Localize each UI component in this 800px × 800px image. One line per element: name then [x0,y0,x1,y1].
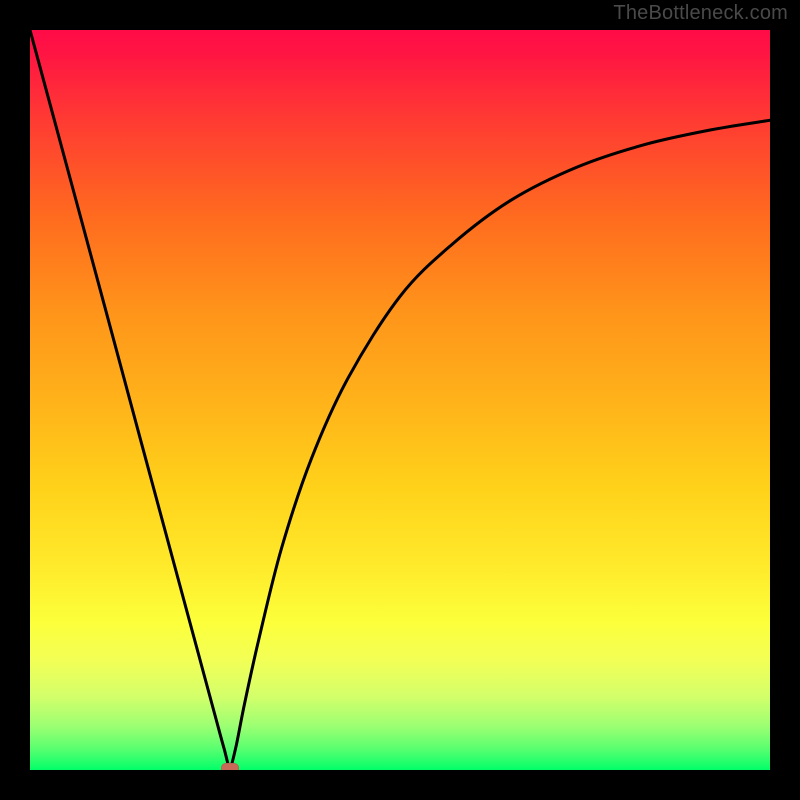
plot-area [30,30,770,770]
min-point-marker [221,763,239,770]
bottleneck-curve [30,30,770,770]
chart-frame: TheBottleneck.com [0,0,800,800]
attribution-text: TheBottleneck.com [613,2,788,25]
